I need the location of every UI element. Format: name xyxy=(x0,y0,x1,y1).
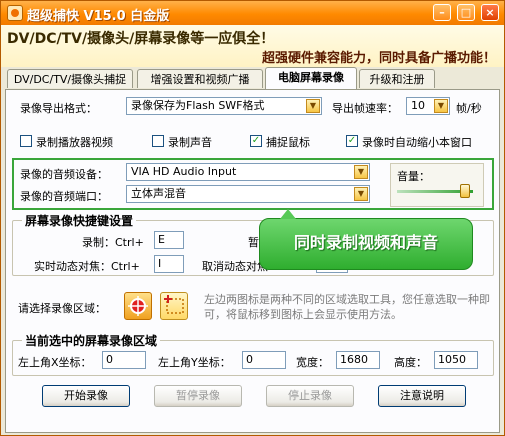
pause-recording-button[interactable]: 暂停录像 xyxy=(154,385,242,407)
hotkey-group-title: 屏幕录像快捷键设置 xyxy=(22,212,137,229)
audio-port-select[interactable]: 立体声混音 ▼ xyxy=(126,185,370,203)
export-format-value: 录像保存为Flash SWF格式 xyxy=(131,99,265,112)
x-coordinate-label: 左上角X坐标： xyxy=(18,356,92,369)
banner-headline: DV/DC/TV/摄像头/屏幕录像等一应俱全！ xyxy=(7,31,275,47)
auto-minimize-label: 录像时自动缩小本窗口 xyxy=(362,136,472,149)
auto-minimize-checkbox[interactable]: ✓ xyxy=(346,135,358,147)
stop-recording-button[interactable]: 停止录像 xyxy=(266,385,354,407)
tab-upgrade[interactable]: 升级和注册 xyxy=(359,69,435,88)
fps-select[interactable]: 10 ▼ xyxy=(406,97,450,115)
capture-mouse-label: 捕捉鼠标 xyxy=(266,136,310,149)
volume-label: 音量： xyxy=(397,170,430,183)
tab-capture[interactable]: DV/DC/TV/摄像头捕捉 xyxy=(7,69,133,88)
audio-port-label: 录像的音频端口： xyxy=(20,190,108,203)
banner-subline: 超强硬件兼容能力，同时具备广播功能！ xyxy=(261,51,496,66)
width-label: 宽度： xyxy=(296,356,329,369)
app-window: 超级捕快 V15.0 白金版 – □ × DV/DC/TV/摄像头/屏幕录像等一… xyxy=(0,0,505,436)
export-format-label: 录像导出格式： xyxy=(20,102,97,115)
fps-value: 10 xyxy=(411,99,425,112)
region-crosshair-tool-button[interactable] xyxy=(124,292,152,320)
region-hint-text: 左边两图标是两种不同的区域选取工具，您任意选取一种即可，将鼠标移到图标上会显示使… xyxy=(204,293,490,321)
start-recording-button[interactable]: 开始录像 xyxy=(42,385,130,407)
volume-slider-thumb[interactable] xyxy=(460,184,470,198)
close-button[interactable]: × xyxy=(481,4,499,21)
dropdown-arrow-icon[interactable]: ▼ xyxy=(434,99,448,113)
height-label: 高度： xyxy=(394,356,427,369)
y-coordinate-label: 左上角Y坐标： xyxy=(158,356,231,369)
width-input[interactable]: 1680 xyxy=(336,351,380,369)
dropdown-arrow-icon[interactable]: ▼ xyxy=(306,99,320,113)
dropdown-arrow-icon[interactable]: ▼ xyxy=(354,187,368,201)
audio-device-value: VIA HD Audio Input xyxy=(131,165,237,178)
fps-unit: 帧/秒 xyxy=(456,102,482,115)
region-select-label: 请选择录像区域： xyxy=(18,302,106,315)
record-sound-checkbox[interactable] xyxy=(152,135,164,147)
y-coordinate-input[interactable]: 0 xyxy=(242,351,286,369)
audio-settings-group: 录像的音频设备： VIA HD Audio Input ▼ 录像的音频端口： 立… xyxy=(12,158,494,210)
capture-mouse-checkbox[interactable]: ✓ xyxy=(250,135,262,147)
tab-screen-record[interactable]: 电脑屏幕录像 xyxy=(265,67,357,89)
title-bar[interactable]: 超级捕快 V15.0 白金版 – □ × xyxy=(1,1,504,25)
help-notes-button[interactable]: 注意说明 xyxy=(378,385,466,407)
record-sound-label: 录制声音 xyxy=(168,136,212,149)
audio-device-select[interactable]: VIA HD Audio Input ▼ xyxy=(126,163,370,181)
focus-hotkey-label: 实时动态对焦：Ctrl+ xyxy=(34,260,140,273)
feature-callout: 同时录制视频和声音 xyxy=(259,209,473,270)
export-format-select[interactable]: 录像保存为Flash SWF格式 ▼ xyxy=(126,97,322,115)
focus-hotkey-input[interactable]: I xyxy=(154,255,184,273)
minimize-button[interactable]: – xyxy=(433,4,451,21)
crosshair-target-icon xyxy=(128,296,148,316)
fps-label: 导出帧速率： xyxy=(332,102,398,115)
tab-bar: DV/DC/TV/摄像头捕捉 增强设置和视频广播 电脑屏幕录像 升级和注册 xyxy=(1,67,504,89)
app-logo-icon xyxy=(7,5,23,21)
volume-box: 音量： xyxy=(390,163,484,207)
x-coordinate-input[interactable]: 0 xyxy=(102,351,146,369)
region-rectangle-tool-button[interactable] xyxy=(160,292,188,320)
record-hotkey-input[interactable]: E xyxy=(154,231,184,249)
current-region-title: 当前选中的屏幕录像区域 xyxy=(22,332,161,349)
dropdown-arrow-icon[interactable]: ▼ xyxy=(354,165,368,179)
record-hotkey-label: 录制：Ctrl+ xyxy=(82,236,144,249)
audio-port-value: 立体声混音 xyxy=(131,187,186,200)
promo-banner: DV/DC/TV/摄像头/屏幕录像等一应俱全！ 超强硬件兼容能力，同时具备广播功… xyxy=(1,25,504,67)
record-player-video-checkbox[interactable] xyxy=(20,135,32,147)
dashed-rectangle-icon xyxy=(164,295,184,314)
height-input[interactable]: 1050 xyxy=(434,351,478,369)
record-player-video-label: 录制播放器视频 xyxy=(36,136,113,149)
window-title: 超级捕快 V15.0 白金版 xyxy=(27,9,170,24)
maximize-button[interactable]: □ xyxy=(457,4,475,21)
audio-device-label: 录像的音频设备： xyxy=(20,168,108,181)
tab-enhanced[interactable]: 增强设置和视频广播 xyxy=(137,69,263,88)
